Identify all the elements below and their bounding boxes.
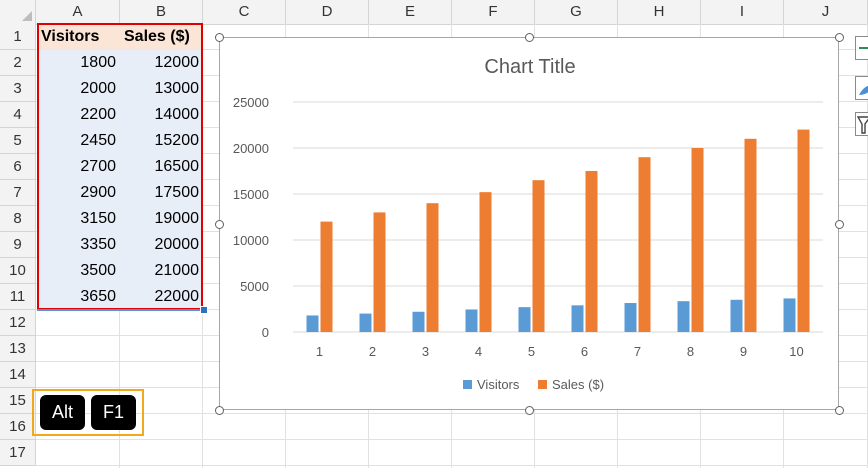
column-header-h[interactable]: H bbox=[618, 0, 701, 24]
visitors-bar bbox=[730, 299, 743, 332]
sales-bar bbox=[797, 129, 810, 332]
brush-icon bbox=[859, 85, 868, 95]
x-tick-label: 5 bbox=[528, 344, 535, 359]
row-gridline bbox=[36, 413, 868, 414]
column-header-a[interactable]: A bbox=[36, 0, 120, 24]
column-header-g[interactable]: G bbox=[535, 0, 618, 24]
column-header-j[interactable]: J bbox=[784, 0, 868, 24]
visitors-bar bbox=[412, 311, 425, 332]
sales-bar bbox=[691, 148, 704, 332]
alt-key: Alt bbox=[40, 395, 85, 430]
row-header-1[interactable]: 1 bbox=[0, 24, 36, 50]
row-header-7[interactable]: 7 bbox=[0, 180, 36, 206]
chart-styles-button[interactable] bbox=[855, 76, 868, 100]
row-header-15[interactable]: 15 bbox=[0, 388, 36, 414]
column-chart: Chart Title 0 5000 10000 15000 20000 25000 1 2 3 4… bbox=[233, 56, 823, 392]
row-header-9[interactable]: 9 bbox=[0, 232, 36, 258]
chart-resize-handle[interactable] bbox=[835, 33, 844, 42]
chart-filters-button[interactable] bbox=[855, 112, 868, 136]
plus-icon bbox=[859, 47, 868, 49]
visitors-bar bbox=[465, 309, 478, 332]
y-tick-label: 25000 bbox=[233, 95, 269, 110]
visitors-bar bbox=[677, 301, 690, 332]
x-tick-label: 4 bbox=[475, 344, 482, 359]
fill-handle[interactable] bbox=[200, 306, 208, 314]
x-tick-label: 8 bbox=[687, 344, 694, 359]
x-tick-label: 1 bbox=[316, 344, 323, 359]
chart-resize-handle[interactable] bbox=[215, 220, 224, 229]
sales-bar bbox=[744, 138, 757, 332]
chart-title: Chart Title bbox=[484, 56, 575, 78]
y-tick-label: 10000 bbox=[233, 233, 269, 248]
row-header-16[interactable]: 16 bbox=[0, 414, 36, 440]
visitors-bar bbox=[359, 313, 372, 332]
chart-resize-handle[interactable] bbox=[835, 406, 844, 415]
chart-elements-button[interactable] bbox=[855, 36, 868, 60]
filter-icon bbox=[857, 116, 868, 134]
visitors-bar bbox=[518, 307, 531, 332]
selection-highlight-box bbox=[37, 23, 203, 310]
chart-resize-handle[interactable] bbox=[215, 33, 224, 42]
sales-bar bbox=[638, 157, 651, 332]
x-tick-label: 9 bbox=[740, 344, 747, 359]
chart-resize-handle[interactable] bbox=[525, 33, 534, 42]
legend-label: Sales ($) bbox=[552, 377, 604, 392]
chart-area[interactable]: Chart Title 0 5000 10000 15000 20000 25000 1 2 3 4… bbox=[219, 37, 839, 410]
row-header-13[interactable]: 13 bbox=[0, 336, 36, 362]
row-header-11[interactable]: 11 bbox=[0, 284, 36, 310]
legend-label: Visitors bbox=[477, 377, 520, 392]
column-header-e[interactable]: E bbox=[369, 0, 452, 24]
row-gridline bbox=[36, 439, 868, 440]
row-header-14[interactable]: 14 bbox=[0, 362, 36, 388]
sales-bar bbox=[585, 171, 598, 332]
column-header-d[interactable]: D bbox=[286, 0, 369, 24]
x-tick-label: 7 bbox=[634, 344, 641, 359]
chart-resize-handle[interactable] bbox=[835, 220, 844, 229]
row-header-8[interactable]: 8 bbox=[0, 206, 36, 232]
x-tick-label: 2 bbox=[369, 344, 376, 359]
row-header-6[interactable]: 6 bbox=[0, 154, 36, 180]
row-header-4[interactable]: 4 bbox=[0, 102, 36, 128]
column-header-b[interactable]: B bbox=[120, 0, 203, 24]
visitors-bar bbox=[571, 305, 584, 332]
sales-bar bbox=[373, 212, 386, 332]
column-header-f[interactable]: F bbox=[452, 0, 535, 24]
row-header-2[interactable]: 2 bbox=[0, 50, 36, 76]
visitors-bar bbox=[783, 298, 796, 332]
visitors-bar bbox=[624, 303, 637, 332]
legend-swatch bbox=[538, 380, 547, 389]
sales-bar bbox=[532, 180, 545, 332]
row-header-17[interactable]: 17 bbox=[0, 440, 36, 466]
row-header-3[interactable]: 3 bbox=[0, 76, 36, 102]
x-tick-label: 10 bbox=[789, 344, 803, 359]
legend-swatch bbox=[463, 380, 472, 389]
row-gridline bbox=[36, 465, 868, 466]
x-tick-label: 3 bbox=[422, 344, 429, 359]
y-tick-label: 20000 bbox=[233, 141, 269, 156]
selection-border bbox=[37, 309, 203, 311]
sales-bar bbox=[320, 221, 333, 332]
column-header-i[interactable]: I bbox=[701, 0, 784, 24]
row-header-5[interactable]: 5 bbox=[0, 128, 36, 154]
x-tick-label: 6 bbox=[581, 344, 588, 359]
chart-resize-handle[interactable] bbox=[525, 406, 534, 415]
chart-resize-handle[interactable] bbox=[215, 406, 224, 415]
row-header-12[interactable]: 12 bbox=[0, 310, 36, 336]
row-header-10[interactable]: 10 bbox=[0, 258, 36, 284]
select-all-button[interactable] bbox=[0, 0, 36, 24]
column-header-c[interactable]: C bbox=[203, 0, 286, 24]
f1-key: F1 bbox=[91, 395, 136, 430]
y-tick-label: 15000 bbox=[233, 187, 269, 202]
y-tick-label: 5000 bbox=[240, 279, 269, 294]
sales-bar bbox=[426, 203, 439, 332]
sales-bar bbox=[479, 192, 492, 332]
visitors-bar bbox=[306, 315, 319, 332]
y-tick-label: 0 bbox=[262, 325, 269, 340]
